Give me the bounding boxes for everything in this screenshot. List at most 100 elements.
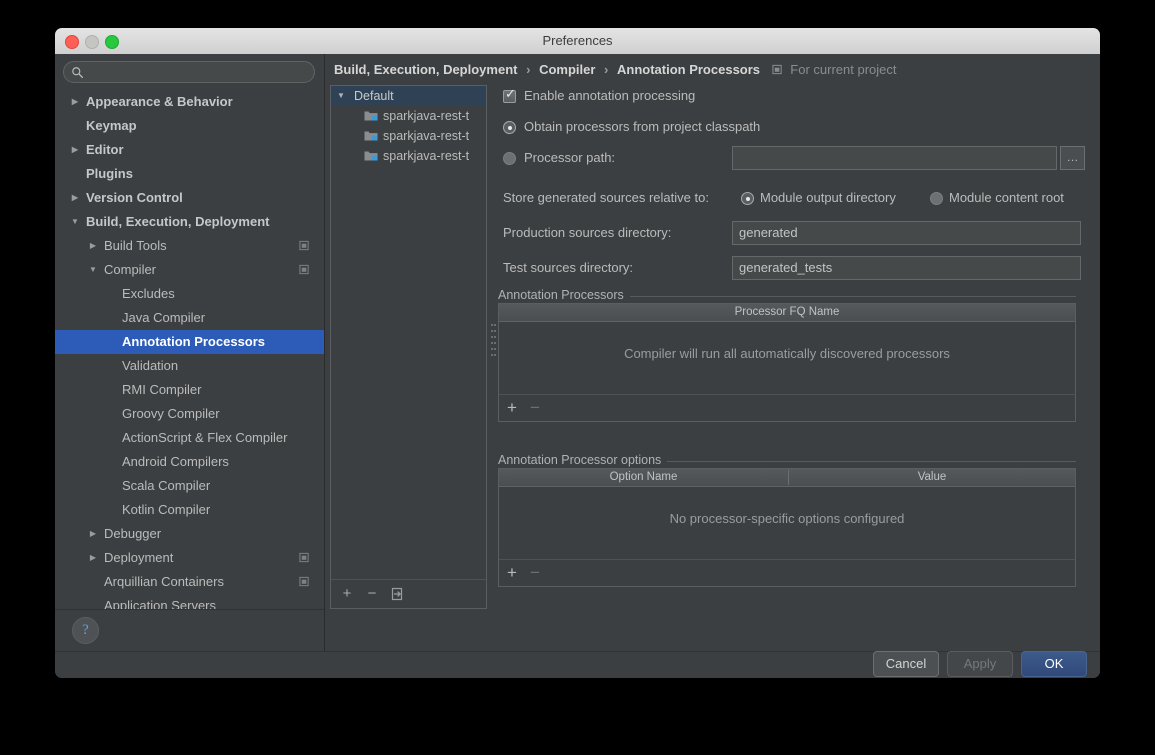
sidebar-item-build-tools[interactable]: ▶ Build Tools bbox=[55, 234, 324, 258]
sidebar-item-kotlin-compiler[interactable]: Kotlin Compiler bbox=[55, 498, 324, 522]
cancel-button[interactable]: Cancel bbox=[873, 651, 939, 677]
module-folder-icon bbox=[364, 131, 378, 141]
dialog-body: ▶ Appearance & Behavior Keymap ▶ Editor Plugi… bbox=[55, 54, 1100, 652]
module-list-item[interactable]: sparkjava-rest-t bbox=[331, 106, 486, 126]
module-folder-icon bbox=[364, 111, 378, 121]
column-header-option-name[interactable]: Option Name bbox=[499, 469, 788, 486]
search-box[interactable] bbox=[63, 61, 315, 83]
add-processor-button[interactable]: + bbox=[507, 398, 517, 417]
processors-table-body[interactable]: Compiler will run all automatically disc… bbox=[499, 322, 1075, 395]
column-header-processor-fq-name[interactable]: Processor FQ Name bbox=[499, 304, 1075, 321]
panel-splitter[interactable] bbox=[488, 85, 498, 609]
sidebar-item-plugins[interactable]: Plugins bbox=[55, 162, 324, 186]
project-scope-icon bbox=[299, 264, 309, 275]
sidebar-search[interactable] bbox=[63, 61, 315, 83]
module-list-item[interactable]: sparkjava-rest-t bbox=[331, 146, 486, 166]
processors-group-title: Annotation Processors bbox=[498, 288, 630, 302]
profile-module-panel: ▼ Default sparkjava-rest-t sparkjava-rest-t… bbox=[330, 85, 487, 609]
sidebar-item-keymap[interactable]: Keymap bbox=[55, 114, 324, 138]
module-output-directory-radio[interactable] bbox=[741, 192, 754, 205]
remove-option-button[interactable]: − bbox=[530, 563, 540, 582]
test-sources-input[interactable]: generated_tests bbox=[732, 256, 1081, 280]
breadcrumb-item-1[interactable]: Compiler bbox=[539, 62, 595, 77]
sidebar-item-excludes[interactable]: Excludes bbox=[55, 282, 324, 306]
chevron-down-icon[interactable]: ▼ bbox=[337, 86, 345, 106]
remove-processor-button[interactable]: − bbox=[530, 398, 540, 417]
sidebar-item-label: Scala Compiler bbox=[122, 478, 211, 493]
help-button[interactable]: ? bbox=[72, 617, 99, 644]
module-content-root-label: Module content root bbox=[949, 190, 1064, 205]
ok-button[interactable]: OK bbox=[1021, 651, 1087, 677]
sidebar-item-label: Kotlin Compiler bbox=[122, 502, 211, 517]
processor-path-browse-button[interactable]: … bbox=[1060, 146, 1085, 170]
profile-toolbar: + − bbox=[331, 579, 486, 608]
sidebar-item-label: Groovy Compiler bbox=[122, 406, 220, 421]
profile-list-item[interactable]: ▼ Default bbox=[331, 86, 486, 106]
module-content-root-radio[interactable] bbox=[930, 192, 943, 205]
module-list-item[interactable]: sparkjava-rest-t bbox=[331, 126, 486, 146]
sidebar-item-editor[interactable]: ▶ Editor bbox=[55, 138, 324, 162]
search-input[interactable] bbox=[88, 63, 308, 83]
sidebar-item-version-control[interactable]: ▶ Version Control bbox=[55, 186, 324, 210]
window-titlebar: Preferences bbox=[55, 28, 1100, 55]
test-sources-label: Test sources directory: bbox=[503, 260, 634, 275]
project-scope-icon bbox=[772, 64, 782, 75]
chevron-down-icon[interactable]: ▼ bbox=[69, 210, 81, 234]
production-sources-input[interactable]: generated bbox=[732, 221, 1081, 245]
sidebar-footer: ? bbox=[55, 609, 324, 652]
sidebar-item-label: Build, Execution, Deployment bbox=[86, 214, 270, 229]
add-option-button[interactable]: + bbox=[507, 563, 517, 582]
breadcrumb-item-0[interactable]: Build, Execution, Deployment bbox=[334, 62, 517, 77]
profile-list: ▼ Default sparkjava-rest-t sparkjava-rest-t… bbox=[331, 86, 486, 579]
sidebar-item-label: Android Compilers bbox=[122, 454, 229, 469]
project-scope-icon bbox=[299, 576, 309, 587]
sidebar-item-scala-compiler[interactable]: Scala Compiler bbox=[55, 474, 324, 498]
obtain-from-classpath-label: Obtain processors from project classpath bbox=[524, 119, 761, 134]
processor-path-radio[interactable] bbox=[503, 152, 516, 165]
sidebar-item-label: Version Control bbox=[86, 190, 183, 205]
chevron-right-icon[interactable]: ▶ bbox=[69, 90, 81, 114]
sidebar-item-actionscript-flex-compiler[interactable]: ActionScript & Flex Compiler bbox=[55, 426, 324, 450]
chevron-right-icon[interactable]: ▶ bbox=[69, 138, 81, 162]
sidebar-item-annotation-processors[interactable]: Annotation Processors bbox=[55, 330, 324, 354]
sidebar-item-groovy-compiler[interactable]: Groovy Compiler bbox=[55, 402, 324, 426]
sidebar-item-android-compilers[interactable]: Android Compilers bbox=[55, 450, 324, 474]
sidebar-item-rmi-compiler[interactable]: RMI Compiler bbox=[55, 378, 324, 402]
sidebar-item-appearance-behavior[interactable]: ▶ Appearance & Behavior bbox=[55, 90, 324, 114]
breadcrumb-separator: › bbox=[604, 62, 609, 77]
sidebar-item-label: Excludes bbox=[122, 286, 175, 301]
processors-table-header: Processor FQ Name bbox=[499, 304, 1075, 322]
sidebar-item-java-compiler[interactable]: Java Compiler bbox=[55, 306, 324, 330]
chevron-down-icon[interactable]: ▼ bbox=[87, 258, 99, 282]
sidebar-item-debugger[interactable]: ▶ Debugger bbox=[55, 522, 324, 546]
sidebar-item-application-servers[interactable]: Application Servers bbox=[55, 594, 324, 610]
sidebar-item-build-execution-deployment[interactable]: ▼ Build, Execution, Deployment bbox=[55, 210, 324, 234]
sidebar-item-validation[interactable]: Validation bbox=[55, 354, 324, 378]
options-table[interactable]: Option Name Value No processor-specific … bbox=[498, 468, 1076, 587]
chevron-right-icon[interactable]: ▶ bbox=[87, 234, 99, 258]
chevron-right-icon[interactable]: ▶ bbox=[69, 186, 81, 210]
chevron-right-icon[interactable]: ▶ bbox=[87, 522, 99, 546]
sidebar-item-label: ActionScript & Flex Compiler bbox=[122, 430, 288, 445]
sidebar-item-label: Editor bbox=[86, 142, 124, 157]
sidebar-item-arquillian-containers[interactable]: Arquillian Containers bbox=[55, 570, 324, 594]
options-table-toolbar: + − bbox=[499, 559, 1075, 586]
obtain-from-classpath-radio[interactable] bbox=[503, 121, 516, 134]
sidebar-item-label: Application Servers bbox=[104, 598, 216, 610]
chevron-right-icon[interactable]: ▶ bbox=[87, 546, 99, 570]
settings-sidebar: ▶ Appearance & Behavior Keymap ▶ Editor Plugi… bbox=[55, 54, 325, 652]
options-table-body[interactable]: No processor-specific options configured bbox=[499, 487, 1075, 560]
column-header-value[interactable]: Value bbox=[789, 469, 1075, 486]
sidebar-item-deployment[interactable]: ▶ Deployment bbox=[55, 546, 324, 570]
sidebar-item-compiler[interactable]: ▼ Compiler bbox=[55, 258, 324, 282]
remove-profile-button[interactable]: − bbox=[364, 586, 380, 602]
apply-button[interactable]: Apply bbox=[947, 651, 1013, 677]
sidebar-item-label: Annotation Processors bbox=[122, 334, 266, 349]
processors-table[interactable]: Processor FQ Name Compiler will run all … bbox=[498, 303, 1076, 422]
processor-path-input[interactable] bbox=[732, 146, 1057, 170]
add-profile-button[interactable]: + bbox=[339, 586, 355, 602]
breadcrumb: Build, Execution, Deployment › Compiler … bbox=[334, 62, 896, 77]
module-list-item-label: sparkjava-rest-t bbox=[383, 109, 470, 123]
move-to-profile-icon[interactable] bbox=[389, 586, 405, 602]
enable-annotation-processing-checkbox[interactable]: ✓ bbox=[503, 88, 516, 103]
